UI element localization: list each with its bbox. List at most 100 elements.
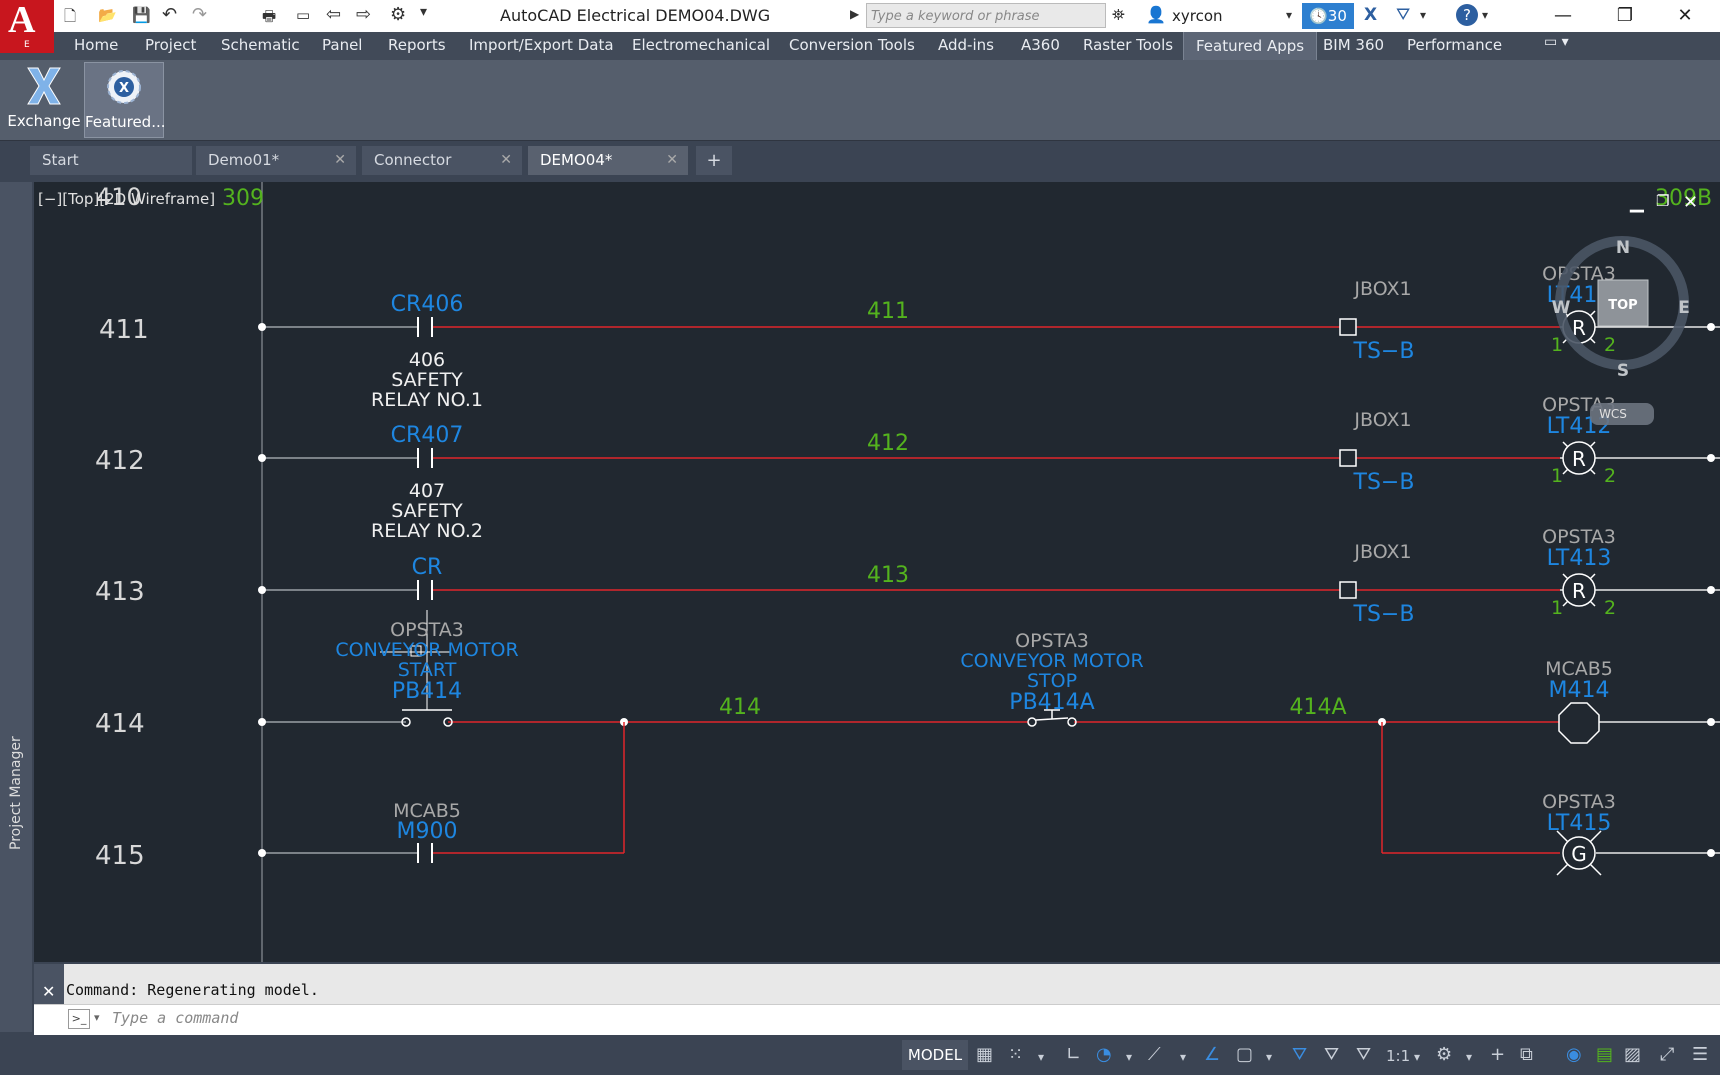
- file-tab-demo04[interactable]: DEMO04* ✕: [528, 146, 688, 175]
- restore-window-button[interactable]: ❐: [1596, 0, 1654, 32]
- binoculars-icon[interactable]: ⛯: [1112, 5, 1125, 25]
- close-tab-icon[interactable]: ✕: [334, 146, 346, 175]
- back-arrow-icon[interactable]: ⇦: [326, 4, 341, 25]
- file-tab-start[interactable]: Start: [30, 146, 192, 175]
- object-snap-tracking-icon[interactable]: ∠: [1204, 1044, 1220, 1065]
- application-menu-button[interactable]: A E: [0, 0, 54, 53]
- new-tab-button[interactable]: +: [696, 146, 732, 175]
- recent-commands-dropdown-icon[interactable]: ▾: [94, 1011, 100, 1024]
- ribbon-tab-raster-tools[interactable]: Raster Tools: [1083, 36, 1173, 54]
- qat-dropdown-icon[interactable]: ▾: [420, 4, 427, 20]
- file-tab-connector[interactable]: Connector ✕: [362, 146, 522, 175]
- rung-number: 413: [95, 577, 145, 607]
- viewport-controls[interactable]: [−][Top][2D Wireframe]: [38, 190, 215, 208]
- subscription-badge[interactable]: 🕓30: [1302, 3, 1354, 29]
- ribbon-tab-panel[interactable]: Panel: [322, 36, 362, 54]
- undo-icon[interactable]: ↶: [162, 4, 177, 25]
- compass-north[interactable]: N: [1616, 238, 1630, 258]
- isometric-drafting-icon[interactable]: ⟋: [1148, 1044, 1161, 1065]
- user-dropdown-icon[interactable]: ▾: [1286, 8, 1292, 22]
- drawing-canvas[interactable]: 410 309 309B 411 CR406 406 SAFETY RELAY …: [34, 182, 1720, 962]
- wire-number: 414A: [1289, 695, 1346, 720]
- customization-menu-icon[interactable]: ☰: [1692, 1044, 1708, 1065]
- new-file-icon[interactable]: 🗋: [64, 6, 76, 31]
- minimize-window-button[interactable]: —: [1534, 0, 1592, 32]
- ribbon-tab-project[interactable]: Project: [145, 36, 196, 54]
- object-snap-icon[interactable]: ▢: [1236, 1044, 1253, 1065]
- search-expand-icon[interactable]: ▶: [850, 7, 859, 21]
- osnap-dropdown-icon[interactable]: ▾: [1266, 1050, 1272, 1064]
- file-tab-demo01[interactable]: Demo01* ✕: [196, 146, 356, 175]
- exchange-button[interactable]: Exchange: [4, 62, 84, 138]
- viewport-minimize-icon[interactable]: ▁: [1630, 192, 1644, 213]
- file-tab-label: Demo01*: [208, 151, 280, 169]
- ribbon-minimize-icon[interactable]: ▭ ▾: [1544, 34, 1569, 50]
- model-space-button[interactable]: MODEL: [902, 1040, 968, 1070]
- help-dropdown-icon[interactable]: ▾: [1482, 8, 1488, 22]
- compass-south[interactable]: S: [1617, 361, 1629, 381]
- isodraft-dropdown-icon[interactable]: ▾: [1180, 1050, 1186, 1064]
- workspace-switching-icon[interactable]: ⚙: [1436, 1044, 1452, 1065]
- ribbon-tab-electromechanical[interactable]: Electromechanical: [632, 36, 770, 54]
- fullscreen-icon[interactable]: ⤢: [1660, 1044, 1674, 1065]
- annotation-visibility-icon[interactable]: ⛛: [1292, 1044, 1307, 1065]
- close-tab-icon[interactable]: ✕: [666, 146, 678, 175]
- ribbon-tab-performance[interactable]: Performance: [1407, 36, 1502, 54]
- pin-number: 2: [1604, 334, 1616, 356]
- ribbon-tab-a360[interactable]: A360: [1021, 36, 1060, 54]
- save-icon[interactable]: 💾: [132, 6, 151, 24]
- add-icon[interactable]: +: [1490, 1044, 1505, 1065]
- auto-scale-icon[interactable]: ⛛: [1324, 1044, 1339, 1065]
- quick-properties-icon[interactable]: ▨: [1624, 1044, 1641, 1065]
- isolate-objects-icon[interactable]: ⧉: [1520, 1044, 1533, 1065]
- ribbon-tab-bim-360[interactable]: BIM 360: [1323, 36, 1384, 54]
- ribbon-tab-schematic[interactable]: Schematic: [221, 36, 300, 54]
- command-line[interactable]: >_ ▾ Type a command: [34, 1004, 1720, 1035]
- annotation-scale-value[interactable]: 1:1: [1386, 1047, 1410, 1065]
- hardware-acceleration-icon[interactable]: ◉: [1566, 1044, 1582, 1065]
- workspace-dropdown-icon[interactable]: ▾: [1466, 1050, 1472, 1064]
- user-account[interactable]: xyrcon: [1172, 7, 1223, 25]
- polar-dropdown-icon[interactable]: ▾: [1126, 1050, 1132, 1064]
- clean-screen-icon[interactable]: ▤: [1596, 1044, 1613, 1065]
- compass-east[interactable]: E: [1678, 298, 1690, 318]
- snap-mode-icon[interactable]: ⁙: [1008, 1044, 1023, 1065]
- ribbon-tab-featured-apps[interactable]: Featured Apps: [1183, 32, 1318, 60]
- snap-dropdown-icon[interactable]: ▾: [1038, 1050, 1044, 1064]
- project-manager-palette[interactable]: Project Manager: [0, 182, 32, 1032]
- viewport-restore-icon[interactable]: ❐: [1656, 192, 1669, 210]
- exchange-apps-icon[interactable]: X: [1364, 5, 1377, 25]
- redo-icon[interactable]: ↷: [192, 4, 207, 25]
- polar-tracking-icon[interactable]: ◔: [1096, 1044, 1112, 1065]
- compass-west[interactable]: W: [1552, 298, 1571, 318]
- grid-display-icon[interactable]: ▦: [976, 1044, 993, 1065]
- a360-dropdown-icon[interactable]: ▾: [1420, 8, 1426, 22]
- folder-icon[interactable]: ▭: [296, 6, 310, 24]
- help-search-input[interactable]: Type a keyword or phrase: [866, 3, 1106, 28]
- settings-gear-icon[interactable]: ⚙: [390, 4, 406, 25]
- junction-box-label: JBOX1: [1353, 541, 1411, 563]
- close-window-button[interactable]: ✕: [1656, 0, 1714, 32]
- viewport-close-icon[interactable]: ✕: [1683, 192, 1698, 213]
- ribbon-tab-import-export[interactable]: Import/Export Data: [469, 36, 614, 54]
- user-icon[interactable]: 👤: [1146, 5, 1166, 24]
- ribbon-tab-conversion-tools[interactable]: Conversion Tools: [789, 36, 915, 54]
- ribbon-tab-home[interactable]: Home: [74, 36, 118, 54]
- ortho-mode-icon[interactable]: ∟: [1066, 1044, 1081, 1065]
- help-icon[interactable]: ?: [1456, 4, 1478, 26]
- autodesk-a360-icon[interactable]: ⛛: [1396, 5, 1410, 25]
- command-input[interactable]: Type a command: [112, 1009, 238, 1027]
- ribbon-tab-add-ins[interactable]: Add-ins: [938, 36, 994, 54]
- ribbon-tab-reports[interactable]: Reports: [388, 36, 446, 54]
- featured-apps-button[interactable]: X Featured...: [84, 62, 166, 138]
- close-command-line-icon[interactable]: ✕: [42, 982, 55, 1001]
- plot-icon[interactable]: 🖶: [262, 6, 276, 31]
- open-file-icon[interactable]: 📂: [98, 6, 117, 24]
- status-bar: [0, 1036, 1720, 1075]
- forward-arrow-icon[interactable]: ⇨: [356, 4, 371, 25]
- command-prompt-icon[interactable]: >_: [68, 1009, 90, 1029]
- annotation-scale-icon[interactable]: ⛛: [1356, 1044, 1371, 1065]
- close-tab-icon[interactable]: ✕: [500, 146, 512, 175]
- lamp-tag: LT415: [1547, 811, 1612, 836]
- scale-dropdown-icon[interactable]: ▾: [1414, 1050, 1420, 1064]
